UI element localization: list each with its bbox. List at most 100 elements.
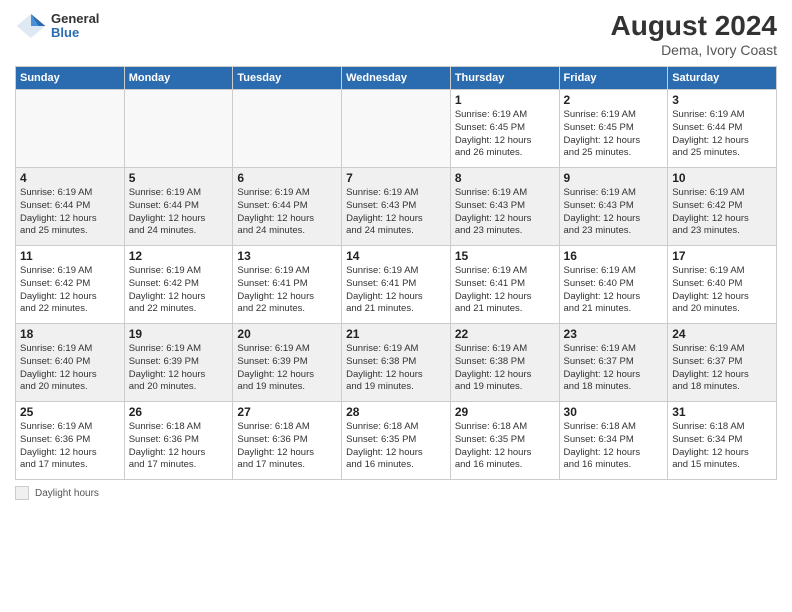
day-info: Sunrise: 6:19 AMSunset: 6:36 PMDaylight:… xyxy=(20,421,120,472)
day-number: 17 xyxy=(672,249,772,263)
calendar-day-cell: 22Sunrise: 6:19 AMSunset: 6:38 PMDayligh… xyxy=(450,324,559,402)
page: General Blue August 2024 Dema, Ivory Coa… xyxy=(0,0,792,612)
day-number: 14 xyxy=(346,249,446,263)
calendar-day-cell: 17 Sunrise: 6:19 AMSunset: 6:40 PMDayligh… xyxy=(668,246,777,324)
calendar-day-cell: 1Sunrise: 6:19 AMSunset: 6:45 PMDaylight… xyxy=(450,90,559,168)
day-info: Sunrise: 6:19 AMSunset: 6:43 PMDaylight:… xyxy=(564,187,664,238)
day-info: Sunrise: 6:19 AMSunset: 6:43 PMDaylight:… xyxy=(455,187,555,238)
day-info: Sunrise: 6:19 AMSunset: 6:41 PMDaylight:… xyxy=(346,265,446,316)
logo-general: General xyxy=(51,12,99,26)
calendar-day-cell: 11 Sunrise: 6:19 AMSunset: 6:42 PMDayligh… xyxy=(16,246,125,324)
calendar-week-row: 11 Sunrise: 6:19 AMSunset: 6:42 PMDayligh… xyxy=(16,246,777,324)
day-number: 9 xyxy=(564,171,664,185)
calendar-day-cell: 28 Sunrise: 6:18 AMSunset: 6:35 PMDayligh… xyxy=(342,402,451,480)
day-number: 18 xyxy=(20,327,120,341)
calendar-week-row: 1Sunrise: 6:19 AMSunset: 6:45 PMDaylight… xyxy=(16,90,777,168)
day-number: 4 xyxy=(20,171,120,185)
day-number: 21 xyxy=(346,327,446,341)
legend-box xyxy=(15,486,29,500)
day-number: 8 xyxy=(455,171,555,185)
calendar-week-row: 18 Sunrise: 6:19 AMSunset: 6:40 PMDayligh… xyxy=(16,324,777,402)
day-number: 28 xyxy=(346,405,446,419)
calendar-day-cell: 13 Sunrise: 6:19 AMSunset: 6:41 PMDayligh… xyxy=(233,246,342,324)
calendar-day-cell: 16 Sunrise: 6:19 AMSunset: 6:40 PMDayligh… xyxy=(559,246,668,324)
day-info: Sunrise: 6:18 AMSunset: 6:35 PMDaylight:… xyxy=(346,421,446,472)
day-info: Sunrise: 6:19 AMSunset: 6:37 PMDaylight:… xyxy=(672,343,772,394)
calendar-week-row: 25 Sunrise: 6:19 AMSunset: 6:36 PMDayligh… xyxy=(16,402,777,480)
calendar-day-cell: 3Sunrise: 6:19 AMSunset: 6:44 PMDaylight… xyxy=(668,90,777,168)
day-info: Sunrise: 6:19 AMSunset: 6:42 PMDaylight:… xyxy=(20,265,120,316)
calendar-table: SundayMondayTuesdayWednesdayThursdayFrid… xyxy=(15,66,777,480)
day-number: 31 xyxy=(672,405,772,419)
day-number: 7 xyxy=(346,171,446,185)
logo-icon xyxy=(15,10,47,42)
calendar-day-cell: 20Sunrise: 6:19 AMSunset: 6:39 PMDayligh… xyxy=(233,324,342,402)
calendar-day-cell: 9 Sunrise: 6:19 AMSunset: 6:43 PMDaylight… xyxy=(559,168,668,246)
calendar-day-cell: 15 Sunrise: 6:19 AMSunset: 6:41 PMDayligh… xyxy=(450,246,559,324)
day-info: Sunrise: 6:19 AMSunset: 6:40 PMDaylight:… xyxy=(564,265,664,316)
calendar-day-cell xyxy=(233,90,342,168)
day-number: 5 xyxy=(129,171,229,185)
day-info: Sunrise: 6:18 AMSunset: 6:36 PMDaylight:… xyxy=(129,421,229,472)
month-year: August 2024 xyxy=(611,10,778,42)
header: General Blue August 2024 Dema, Ivory Coa… xyxy=(15,10,777,58)
calendar-day-cell: 23 Sunrise: 6:19 AMSunset: 6:37 PMDayligh… xyxy=(559,324,668,402)
day-info: Sunrise: 6:19 AMSunset: 6:40 PMDaylight:… xyxy=(672,265,772,316)
logo-blue: Blue xyxy=(51,26,99,40)
day-number: 2 xyxy=(564,93,664,107)
calendar-day-cell: 25 Sunrise: 6:19 AMSunset: 6:36 PMDayligh… xyxy=(16,402,125,480)
day-number: 25 xyxy=(20,405,120,419)
day-info: Sunrise: 6:18 AMSunset: 6:34 PMDaylight:… xyxy=(564,421,664,472)
day-of-week-header: Wednesday xyxy=(342,67,451,90)
calendar-day-cell xyxy=(342,90,451,168)
day-number: 11 xyxy=(20,249,120,263)
calendar-day-cell: 7 Sunrise: 6:19 AMSunset: 6:43 PMDaylight… xyxy=(342,168,451,246)
day-info: Sunrise: 6:19 AMSunset: 6:41 PMDaylight:… xyxy=(237,265,337,316)
day-number: 23 xyxy=(564,327,664,341)
day-number: 27 xyxy=(237,405,337,419)
calendar-day-cell: 31 Sunrise: 6:18 AMSunset: 6:34 PMDayligh… xyxy=(668,402,777,480)
day-number: 12 xyxy=(129,249,229,263)
day-number: 30 xyxy=(564,405,664,419)
day-info: Sunrise: 6:19 AMSunset: 6:44 PMDaylight:… xyxy=(237,187,337,238)
calendar-day-cell: 19Sunrise: 6:19 AMSunset: 6:39 PMDayligh… xyxy=(124,324,233,402)
day-number: 13 xyxy=(237,249,337,263)
day-info: Sunrise: 6:19 AMSunset: 6:41 PMDaylight:… xyxy=(455,265,555,316)
legend-label: Daylight hours xyxy=(35,488,99,499)
day-number: 16 xyxy=(564,249,664,263)
day-info: Sunrise: 6:19 AMSunset: 6:38 PMDaylight:… xyxy=(455,343,555,394)
day-of-week-header: Tuesday xyxy=(233,67,342,90)
day-info: Sunrise: 6:19 AMSunset: 6:38 PMDaylight:… xyxy=(346,343,446,394)
calendar-day-cell: 14 Sunrise: 6:19 AMSunset: 6:41 PMDayligh… xyxy=(342,246,451,324)
calendar-week-row: 4 Sunrise: 6:19 AMSunset: 6:44 PMDaylight… xyxy=(16,168,777,246)
day-number: 29 xyxy=(455,405,555,419)
day-number: 26 xyxy=(129,405,229,419)
day-number: 15 xyxy=(455,249,555,263)
calendar-day-cell xyxy=(16,90,125,168)
day-number: 19 xyxy=(129,327,229,341)
day-info: Sunrise: 6:19 AMSunset: 6:45 PMDaylight:… xyxy=(564,109,664,160)
day-info: Sunrise: 6:19 AMSunset: 6:44 PMDaylight:… xyxy=(129,187,229,238)
day-number: 6 xyxy=(237,171,337,185)
calendar-day-cell: 10Sunrise: 6:19 AMSunset: 6:42 PMDayligh… xyxy=(668,168,777,246)
calendar-day-cell: 29 Sunrise: 6:18 AMSunset: 6:35 PMDayligh… xyxy=(450,402,559,480)
day-info: Sunrise: 6:18 AMSunset: 6:36 PMDaylight:… xyxy=(237,421,337,472)
day-info: Sunrise: 6:19 AMSunset: 6:40 PMDaylight:… xyxy=(20,343,120,394)
day-info: Sunrise: 6:19 AMSunset: 6:43 PMDaylight:… xyxy=(346,187,446,238)
calendar-day-cell: 26 Sunrise: 6:18 AMSunset: 6:36 PMDayligh… xyxy=(124,402,233,480)
day-of-week-header: Sunday xyxy=(16,67,125,90)
day-info: Sunrise: 6:19 AMSunset: 6:42 PMDaylight:… xyxy=(672,187,772,238)
day-info: Sunrise: 6:19 AMSunset: 6:44 PMDaylight:… xyxy=(672,109,772,160)
day-info: Sunrise: 6:19 AMSunset: 6:37 PMDaylight:… xyxy=(564,343,664,394)
day-info: Sunrise: 6:18 AMSunset: 6:35 PMDaylight:… xyxy=(455,421,555,472)
day-number: 20 xyxy=(237,327,337,341)
calendar-header: SundayMondayTuesdayWednesdayThursdayFrid… xyxy=(16,67,777,90)
logo: General Blue xyxy=(15,10,99,42)
calendar-body: 1Sunrise: 6:19 AMSunset: 6:45 PMDaylight… xyxy=(16,90,777,480)
day-of-week-header: Saturday xyxy=(668,67,777,90)
day-info: Sunrise: 6:18 AMSunset: 6:34 PMDaylight:… xyxy=(672,421,772,472)
location: Dema, Ivory Coast xyxy=(611,42,778,58)
calendar-day-cell: 30 Sunrise: 6:18 AMSunset: 6:34 PMDayligh… xyxy=(559,402,668,480)
day-of-week-header: Thursday xyxy=(450,67,559,90)
legend: Daylight hours xyxy=(15,486,777,500)
